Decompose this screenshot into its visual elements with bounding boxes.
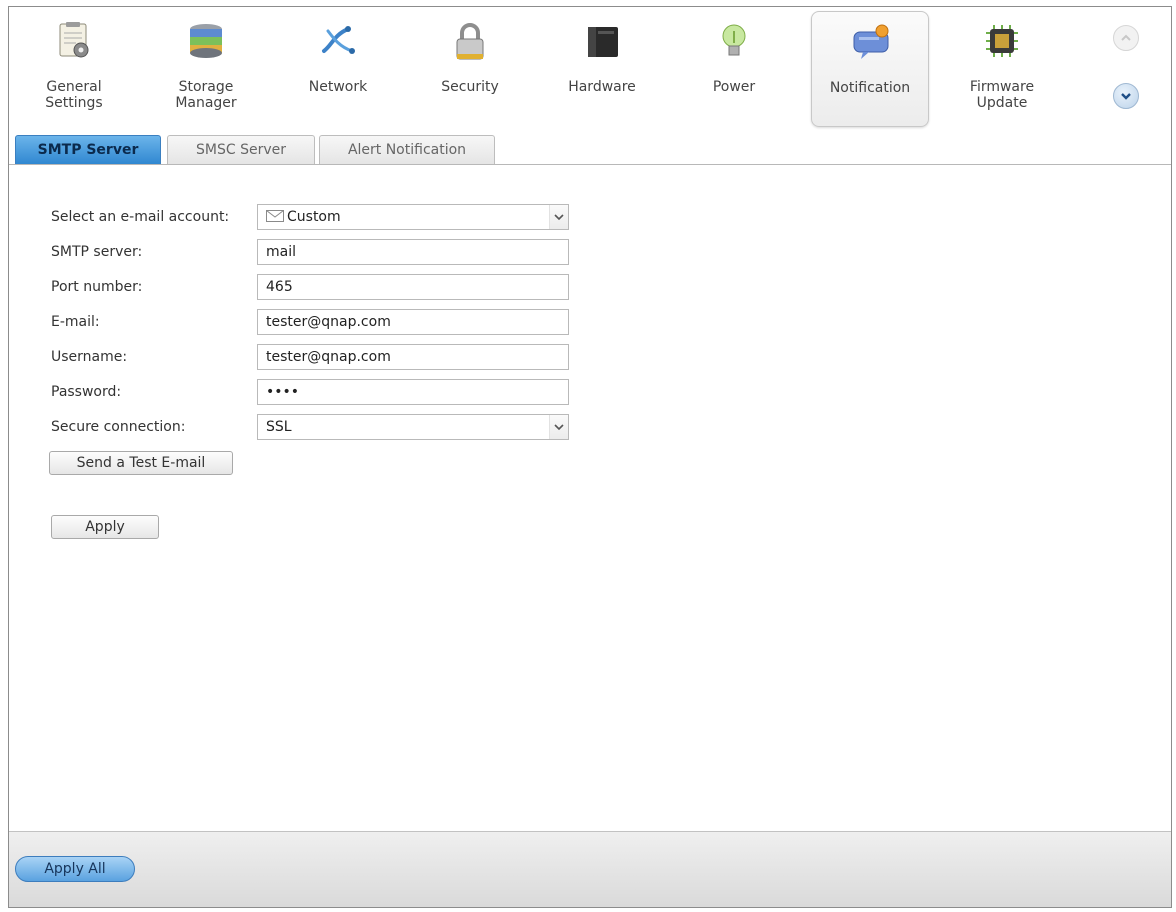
category-storage-manager[interactable]: Storage Manager bbox=[147, 11, 265, 127]
chevron-down-icon bbox=[1121, 93, 1131, 100]
category-label: General Settings bbox=[45, 79, 103, 111]
dropdown-arrow[interactable] bbox=[549, 205, 568, 229]
tab-smtp-server[interactable]: SMTP Server bbox=[15, 135, 161, 165]
account-label: Select an e-mail account: bbox=[51, 209, 230, 225]
category-label: Network bbox=[308, 79, 368, 95]
secure-connection-select[interactable]: SSL bbox=[257, 414, 569, 440]
notification-icon bbox=[853, 24, 889, 59]
category-network[interactable]: Network bbox=[279, 11, 397, 127]
storage-manager-icon bbox=[190, 24, 222, 58]
hardware-icon bbox=[588, 27, 618, 57]
category-label: Firmware Update bbox=[969, 79, 1035, 111]
category-label: Security bbox=[441, 79, 499, 95]
control-panel-window: General Settings Storage Manager Network bbox=[8, 6, 1172, 908]
tab-alert-notification[interactable]: Alert Notification bbox=[319, 135, 495, 165]
tab-smsc-server[interactable]: SMSC Server bbox=[167, 135, 315, 165]
general-settings-icon bbox=[59, 22, 89, 58]
chevron-up-icon bbox=[1121, 34, 1131, 41]
port-number-label: Port number: bbox=[51, 279, 143, 295]
smtp-server-label: SMTP server: bbox=[51, 244, 143, 260]
username-input[interactable]: tester@qnap.com bbox=[257, 344, 569, 370]
email-label: E-mail: bbox=[51, 314, 100, 330]
lightbulb-icon bbox=[722, 24, 746, 56]
category-security[interactable]: Security bbox=[411, 11, 529, 127]
category-general-settings[interactable]: General Settings bbox=[15, 11, 133, 127]
category-label: Notification bbox=[829, 80, 911, 96]
scroll-down-button[interactable] bbox=[1113, 83, 1139, 109]
password-label: Password: bbox=[51, 384, 122, 400]
chevron-down-icon bbox=[554, 214, 564, 221]
secure-connection-value: SSL bbox=[266, 419, 292, 435]
apply-all-button[interactable]: Apply All bbox=[15, 856, 135, 882]
category-label: Power bbox=[712, 79, 756, 95]
firmware-chip-icon bbox=[986, 25, 1018, 57]
apply-button[interactable]: Apply bbox=[51, 515, 159, 539]
network-icon bbox=[322, 26, 355, 54]
smtp-settings-form: Select an e-mail account: Custom SMTP se… bbox=[9, 165, 1171, 831]
category-firmware-update[interactable]: Firmware Update bbox=[943, 11, 1061, 127]
lock-icon bbox=[456, 23, 484, 60]
footer-bar: Apply All bbox=[9, 831, 1171, 907]
port-number-input[interactable]: 465 bbox=[257, 274, 569, 300]
category-power[interactable]: Power bbox=[675, 11, 793, 127]
password-input[interactable]: •••• bbox=[257, 379, 569, 405]
category-notification[interactable]: Notification bbox=[811, 11, 929, 127]
secure-connection-label: Secure connection: bbox=[51, 419, 186, 435]
category-label: Storage Manager bbox=[175, 79, 237, 111]
category-toolbar: General Settings Storage Manager Network bbox=[9, 7, 1171, 133]
username-label: Username: bbox=[51, 349, 128, 365]
email-account-value: Custom bbox=[287, 209, 341, 225]
smtp-server-input[interactable]: mail bbox=[257, 239, 569, 265]
send-test-email-button[interactable]: Send a Test E-mail bbox=[49, 451, 233, 475]
category-hardware[interactable]: Hardware bbox=[543, 11, 661, 127]
tab-bar: SMTP Server SMSC Server Alert Notificati… bbox=[15, 135, 1171, 165]
email-input[interactable]: tester@qnap.com bbox=[257, 309, 569, 335]
dropdown-arrow[interactable] bbox=[549, 415, 568, 439]
category-label: Hardware bbox=[568, 79, 636, 95]
email-account-select[interactable]: Custom bbox=[257, 204, 569, 230]
scroll-up-button[interactable] bbox=[1113, 25, 1139, 51]
chevron-down-icon bbox=[554, 424, 564, 431]
envelope-icon bbox=[266, 210, 284, 222]
